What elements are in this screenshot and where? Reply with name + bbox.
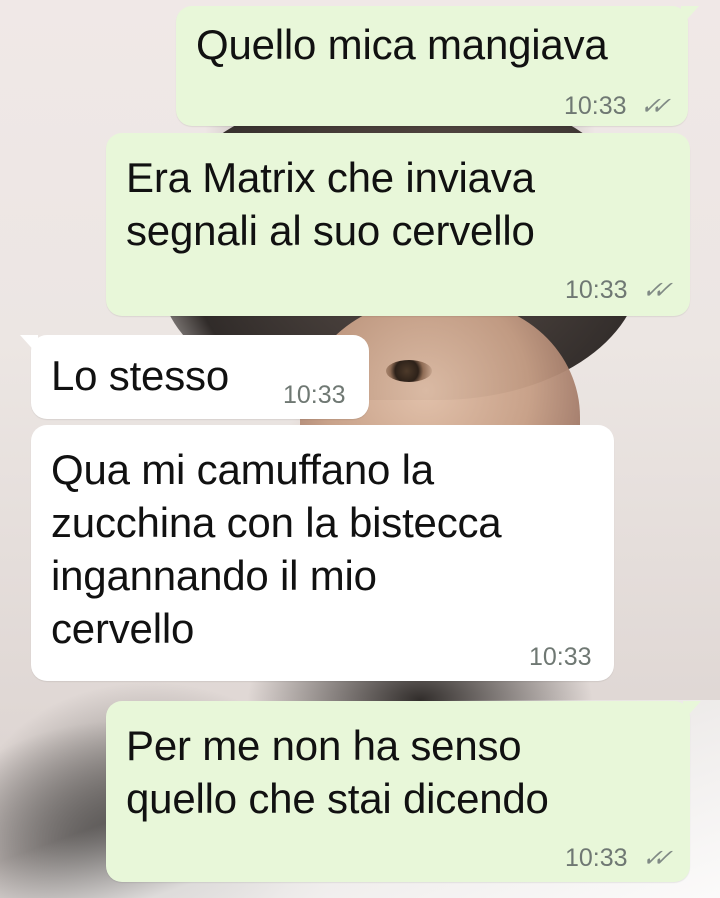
incoming-message-bubble[interactable]: Qua mi camuffano la zucchina con la bist… xyxy=(31,425,614,681)
outgoing-message-bubble[interactable]: Per me non ha senso quello che stai dice… xyxy=(106,701,690,882)
double-check-icon: ✓✓ xyxy=(639,845,669,872)
message-text: Qua mi camuffano la zucchina con la bist… xyxy=(51,446,502,652)
chat-message-list: Quello mica mangiava 10:33 ✓✓ Era Matrix… xyxy=(0,0,720,898)
message-text: Lo stesso xyxy=(51,352,229,399)
message-timestamp: 10:33 xyxy=(565,844,628,872)
message-text: Era Matrix che inviava segnali al suo ce… xyxy=(126,154,535,254)
message-timestamp: 10:33 xyxy=(564,92,627,120)
outgoing-message-bubble[interactable]: Era Matrix che inviava segnali al suo ce… xyxy=(106,133,690,316)
double-check-icon: ✓✓ xyxy=(639,277,669,304)
message-text: Per me non ha senso quello che stai dice… xyxy=(126,722,549,822)
outgoing-message-bubble[interactable]: Quello mica mangiava 10:33 ✓✓ xyxy=(176,6,688,126)
double-check-icon: ✓✓ xyxy=(637,93,667,120)
message-timestamp: 10:33 xyxy=(529,643,592,671)
message-timestamp: 10:33 xyxy=(283,381,346,409)
message-timestamp: 10:33 xyxy=(565,276,628,304)
incoming-message-bubble[interactable]: Lo stesso 10:33 xyxy=(31,335,369,419)
message-text: Quello mica mangiava xyxy=(196,21,608,68)
